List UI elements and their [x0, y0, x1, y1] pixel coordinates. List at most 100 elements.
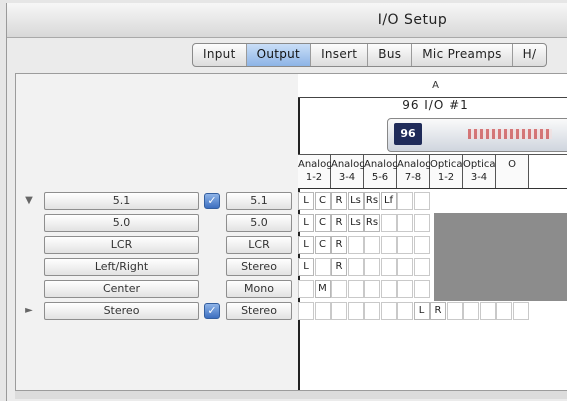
channel-cell[interactable] — [331, 302, 347, 320]
path-format-button[interactable]: 5.1 — [226, 192, 292, 210]
channel-cell[interactable]: Ls — [347, 214, 364, 232]
path-name-button[interactable]: Left/Right — [44, 258, 199, 276]
device-badge: 96 — [394, 123, 422, 145]
tab-output[interactable]: Output — [246, 44, 312, 66]
channel-cell[interactable] — [331, 280, 347, 298]
column-header: Analog 3-4 — [331, 155, 366, 188]
channel-cell[interactable] — [380, 214, 397, 232]
channel-cell[interactable] — [347, 258, 364, 276]
channel-cell[interactable] — [314, 302, 331, 320]
tab-insert[interactable]: Insert — [311, 44, 369, 66]
expand-right-icon[interactable]: ► — [24, 305, 34, 316]
channel-cell[interactable] — [380, 236, 397, 254]
channel-cell[interactable] — [413, 280, 430, 298]
channel-cell[interactable]: R — [331, 258, 347, 276]
channel-cell[interactable]: L — [298, 258, 314, 276]
channel-cell[interactable]: Rs — [364, 192, 380, 210]
column-header-type: Optical — [463, 159, 499, 170]
column-header-channels: 1-2 — [305, 172, 323, 183]
channel-cell[interactable] — [364, 236, 380, 254]
channel-cell[interactable]: R — [331, 214, 347, 232]
path-format-button[interactable]: LCR — [226, 236, 292, 254]
channel-cell[interactable] — [413, 192, 430, 210]
unassigned-region — [434, 213, 567, 301]
io-setup-window: I/O Setup Input Output Insert Bus Mic Pr… — [6, 3, 567, 401]
channel-cell[interactable]: C — [314, 214, 331, 232]
channel-cell[interactable]: C — [314, 192, 331, 210]
channel-cell[interactable]: L — [298, 192, 314, 210]
path-name-button[interactable]: 5.0 — [44, 214, 199, 232]
channel-cell[interactable]: L — [298, 236, 314, 254]
channel-cell[interactable]: R — [331, 192, 347, 210]
channel-cell[interactable] — [298, 302, 314, 320]
column-header: Optical 1-2 — [430, 155, 466, 188]
device-meters — [468, 129, 552, 139]
column-header-type: Analog — [298, 159, 333, 170]
tab-mic-preamps[interactable]: Mic Preamps — [412, 44, 513, 66]
column-header-type: Optical — [430, 159, 466, 170]
tab-bar: Input Output Insert Bus Mic Preamps H/ — [192, 43, 548, 67]
column-header: Optical 3-4 — [463, 155, 499, 188]
channel-cell[interactable] — [397, 280, 413, 298]
channel-cell[interactable]: R — [331, 236, 347, 254]
channel-cell[interactable] — [364, 302, 380, 320]
active-checkbox-icon[interactable]: ✓ — [204, 303, 220, 319]
path-format-button[interactable]: Stereo — [226, 258, 292, 276]
expand-down-icon[interactable]: ▼ — [24, 195, 34, 206]
channel-cell[interactable] — [413, 258, 430, 276]
column-header-channels: 1-2 — [437, 172, 455, 183]
channel-cell[interactable] — [347, 280, 364, 298]
path-format-button[interactable]: 5.0 — [226, 214, 292, 232]
channel-cell[interactable] — [446, 302, 463, 320]
column-header: Analog 5-6 — [364, 155, 399, 188]
channel-cell[interactable] — [397, 214, 413, 232]
channel-cell[interactable]: R — [430, 302, 446, 320]
output-panel: A 96 I/O #1 96 Analog 1-2 Analog 3-4 Analog 5… — [15, 73, 567, 391]
column-header-type: Analog — [364, 159, 399, 170]
channel-cell[interactable] — [380, 302, 397, 320]
bottom-bar — [15, 391, 567, 399]
path-name-button[interactable]: LCR — [44, 236, 199, 254]
tab-hw-insert-delay[interactable]: H/ — [513, 44, 547, 66]
channel-cell[interactable] — [479, 302, 496, 320]
column-header-type: Analog — [331, 159, 366, 170]
channel-cell[interactable]: L — [298, 214, 314, 232]
channel-cell[interactable] — [364, 280, 380, 298]
channel-cell[interactable] — [298, 280, 314, 298]
title-bar[interactable]: I/O Setup — [7, 3, 567, 38]
channel-cell[interactable] — [347, 302, 364, 320]
channel-cell[interactable]: L — [413, 302, 430, 320]
channel-cell[interactable] — [347, 236, 364, 254]
channel-cell[interactable]: Rs — [364, 214, 380, 232]
active-checkbox-icon[interactable]: ✓ — [204, 193, 220, 209]
column-header-channels: 5-6 — [371, 172, 389, 183]
channel-cell[interactable] — [512, 302, 529, 320]
channel-cell[interactable]: Lf — [380, 192, 397, 210]
channel-cell[interactable] — [496, 302, 512, 320]
channel-cell[interactable] — [380, 280, 397, 298]
device-name: 96 I/O #1 — [402, 98, 469, 112]
channel-cell[interactable] — [413, 214, 430, 232]
channel-cell[interactable] — [397, 236, 413, 254]
channel-cell[interactable]: M — [314, 280, 331, 298]
channel-cell[interactable]: C — [314, 236, 331, 254]
channel-cell[interactable] — [397, 192, 413, 210]
path-name-button[interactable]: Stereo — [44, 302, 199, 320]
channel-cell[interactable]: Ls — [347, 192, 364, 210]
path-format-button[interactable]: Mono — [226, 280, 292, 298]
channel-cell[interactable] — [380, 258, 397, 276]
column-header: Analog 1-2 — [298, 155, 333, 188]
channel-cell[interactable] — [463, 302, 479, 320]
tab-bus[interactable]: Bus — [368, 44, 413, 66]
path-name-button[interactable]: 5.1 — [44, 192, 199, 210]
tab-input[interactable]: Input — [193, 44, 247, 66]
path-name-button[interactable]: Center — [44, 280, 199, 298]
path-format-button[interactable]: Stereo — [226, 302, 292, 320]
section-label: A — [298, 74, 567, 98]
column-header-channels: 3-4 — [470, 172, 488, 183]
channel-cell[interactable] — [397, 302, 413, 320]
channel-cell[interactable] — [397, 258, 413, 276]
channel-cell[interactable] — [364, 258, 380, 276]
channel-cell[interactable] — [314, 258, 331, 276]
channel-cell[interactable] — [413, 236, 430, 254]
